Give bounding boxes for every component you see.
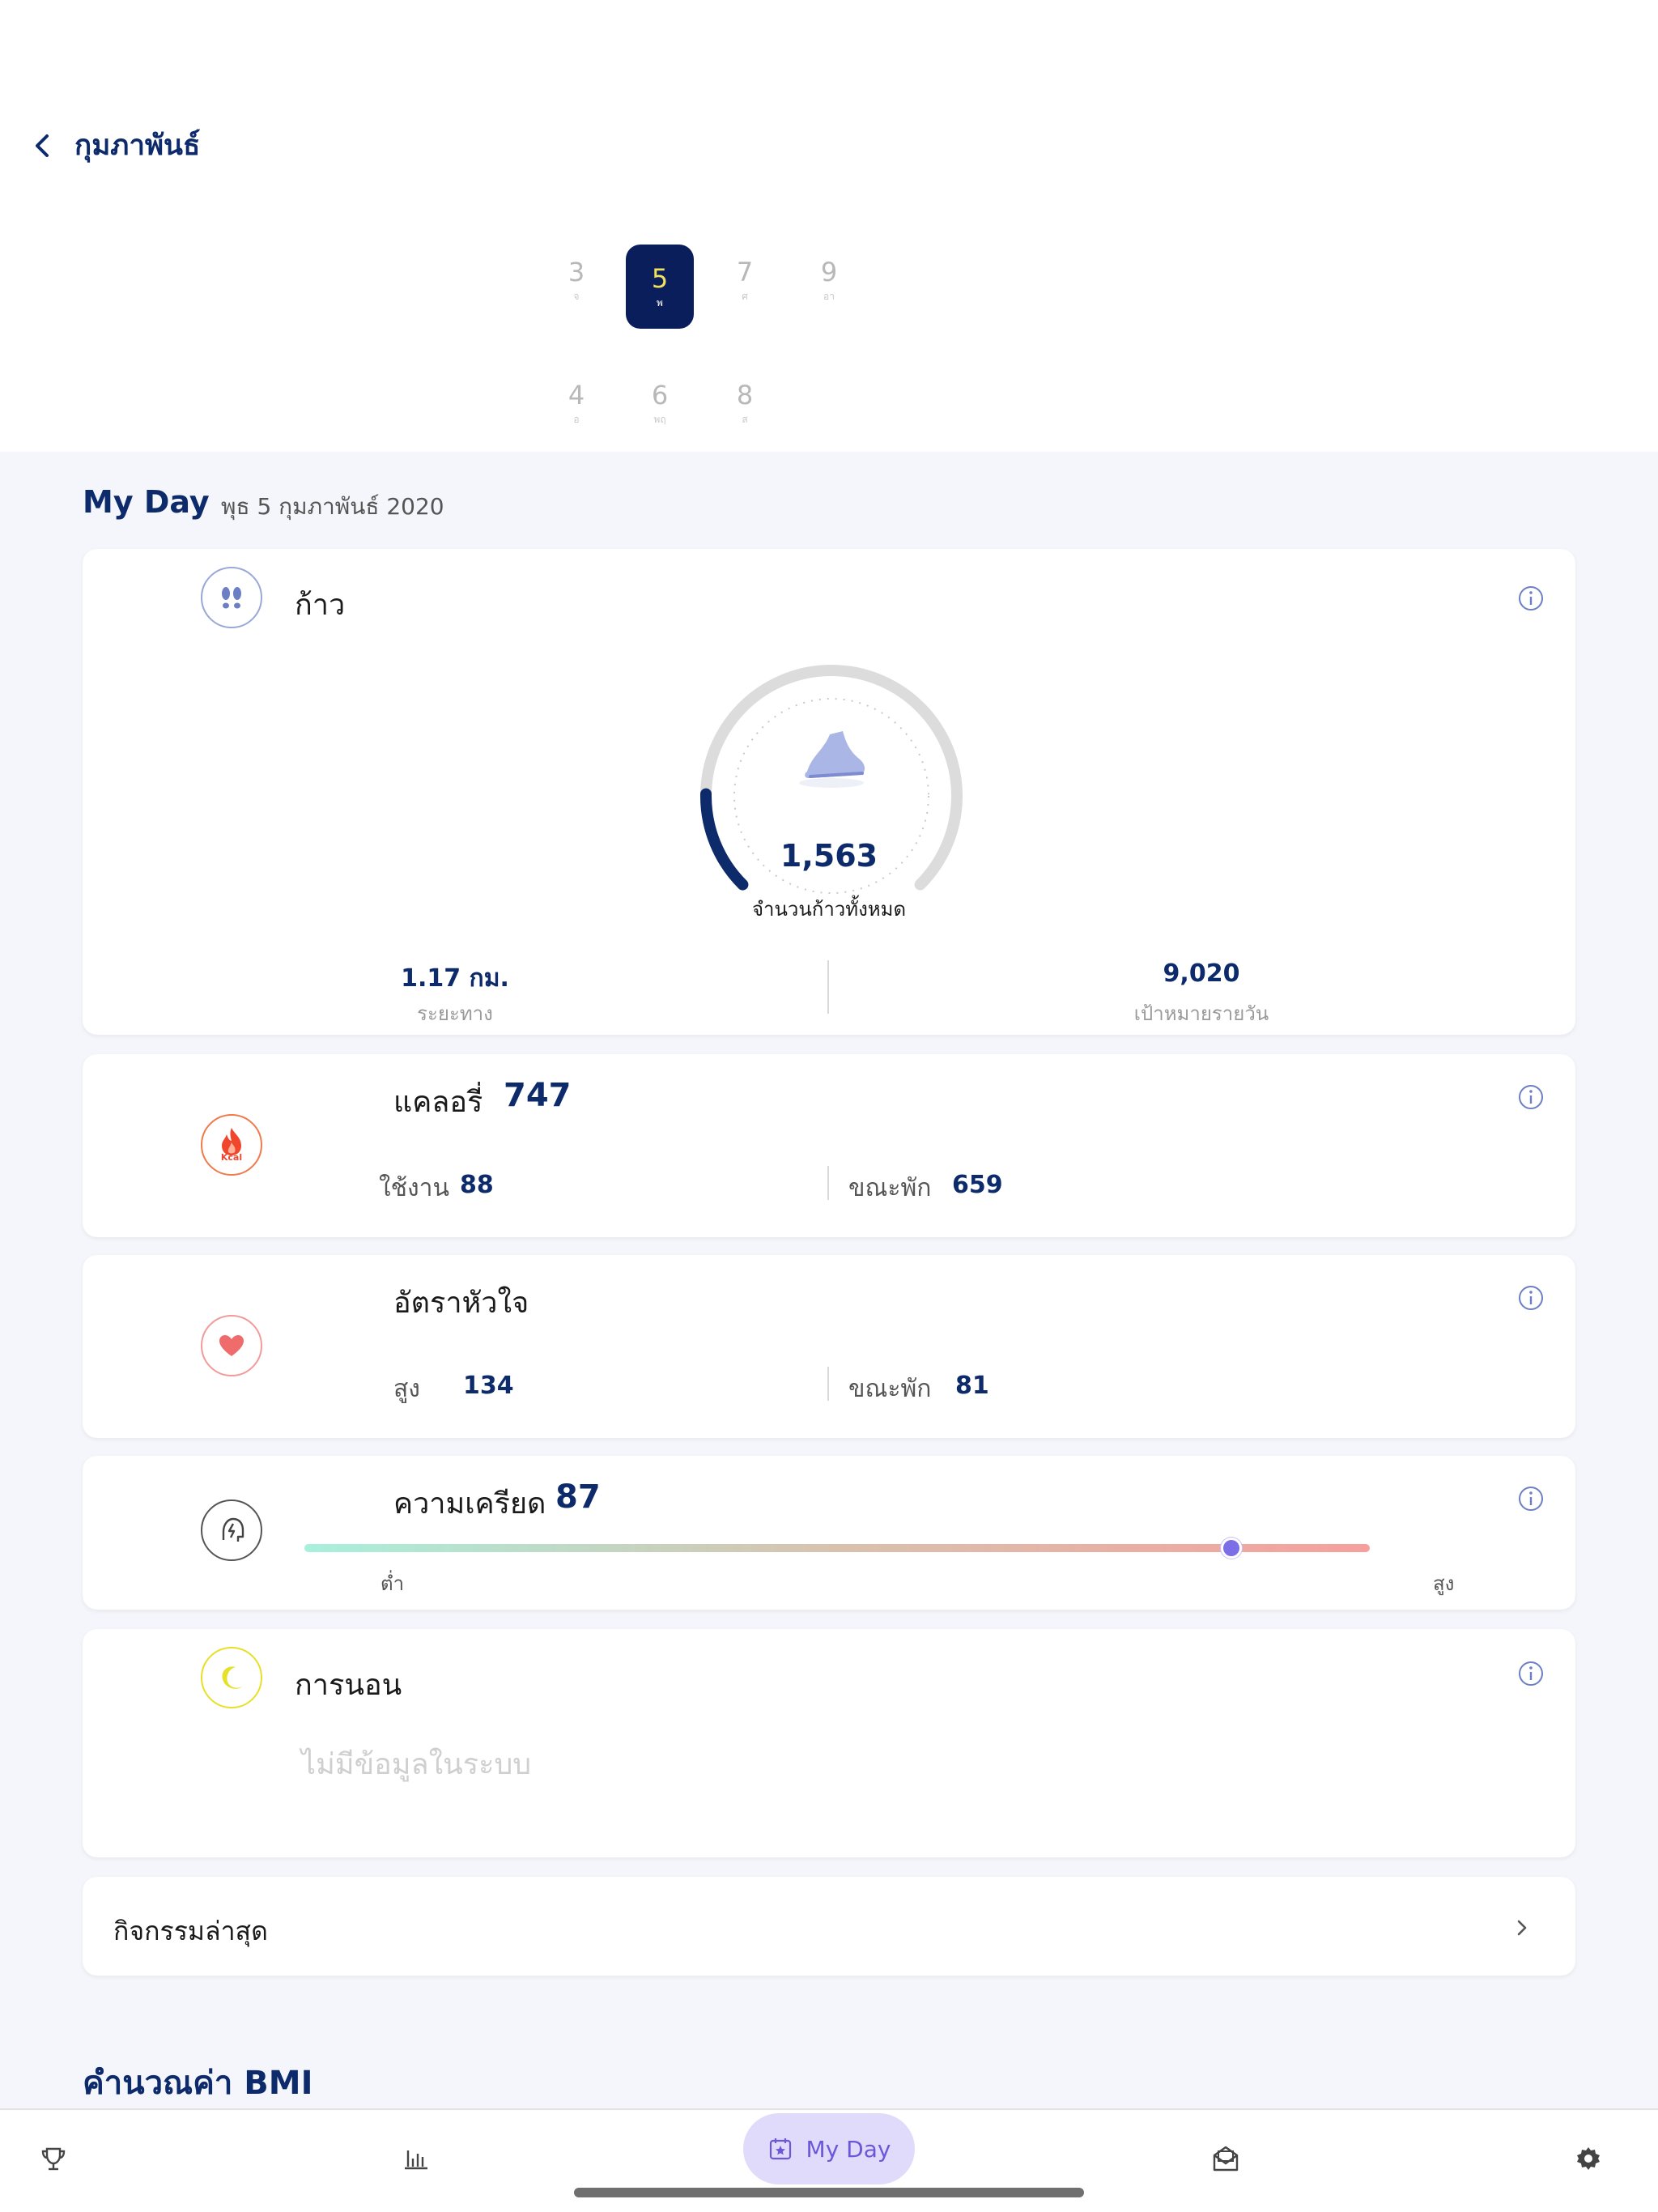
- moon-icon: [201, 1647, 262, 1708]
- kcal-text: Kcal: [220, 1152, 243, 1163]
- stress-head-icon: [201, 1499, 262, 1561]
- back-button[interactable]: กุมภาพันธ์: [31, 123, 200, 168]
- calories-card[interactable]: Kcal แคลอรี่ 747 ใช้งาน 88 ขณะพัก 659: [83, 1054, 1575, 1237]
- divider: [827, 1166, 829, 1200]
- heart-rest-value: 81: [955, 1372, 989, 1400]
- top-header: กุมภาพันธ์ 3 จ 5 พ 7 ศ 9 อา 4 อ 6 พฤ 8 ส: [0, 0, 1658, 452]
- trophy-icon[interactable]: [39, 2144, 68, 2173]
- distance-label: ระยะทาง: [417, 1002, 493, 1025]
- date-5-selected[interactable]: 5 พ: [626, 245, 694, 329]
- distance-value: 1.17 กม.: [401, 964, 509, 993]
- goal-label: เป้าหมายรายวัน: [1133, 1002, 1269, 1025]
- calendar-star-icon: [769, 2138, 791, 2160]
- calories-active-label: ใช้งาน: [379, 1174, 450, 1202]
- calories-rest-label: ขณะพัก: [848, 1174, 932, 1202]
- info-icon[interactable]: [1517, 1284, 1545, 1312]
- my-day-date: พุธ 5 กุมภาพันธ์ 2020: [221, 493, 444, 520]
- calories-rest-value: 659: [952, 1171, 1003, 1199]
- recent-activity-row[interactable]: [83, 1877, 1575, 1976]
- stress-value: 87: [555, 1478, 601, 1516]
- stress-card[interactable]: ความเครียด 87 ต่ำ สูง: [83, 1456, 1575, 1610]
- fire-kcal-icon: Kcal: [201, 1114, 262, 1176]
- steps-title: ก้าว: [295, 589, 346, 622]
- chevron-left-icon: [36, 134, 49, 157]
- date-7[interactable]: 7 ศ: [711, 238, 779, 322]
- heart-rate-card[interactable]: อัตราหัวใจ สูง 134 ขณะพัก 81: [83, 1255, 1575, 1438]
- nav-my-day-label: My Day: [806, 2135, 891, 2163]
- my-day-title: My Day: [83, 484, 210, 520]
- steps-label: จำนวนก้าวทั้งหมด: [751, 898, 907, 921]
- goal-value: 9,020: [1163, 959, 1240, 988]
- heart-rest-label: ขณะพัก: [848, 1375, 932, 1403]
- stress-level-knob: [1220, 1538, 1242, 1559]
- heart-icon: [201, 1315, 262, 1376]
- stress-low-label: ต่ำ: [380, 1572, 405, 1595]
- running-shoe-icon: [799, 731, 865, 788]
- stress-title: ความเครียด: [393, 1487, 546, 1521]
- sleep-no-data: ไม่มีข้อมูลในระบบ: [301, 1748, 532, 1781]
- footsteps-icon: [201, 567, 262, 628]
- stress-high-label: สูง: [1433, 1572, 1455, 1595]
- gear-icon[interactable]: [1574, 2144, 1603, 2173]
- mail-open-icon[interactable]: [1211, 2144, 1240, 2173]
- recent-activity-title: กิจกรรมล่าสุด: [113, 1916, 268, 1946]
- calories-title: แคลอรี่: [393, 1086, 483, 1119]
- heart-high-label: สูง: [393, 1375, 420, 1403]
- bmi-section-title: คำนวณค่า BMI: [83, 2065, 313, 2102]
- divider: [827, 1367, 829, 1401]
- info-icon[interactable]: [1517, 1485, 1545, 1512]
- info-icon[interactable]: [1517, 585, 1545, 612]
- date-6[interactable]: 6 พฤ: [626, 361, 694, 445]
- heart-rate-title: อัตราหัวใจ: [393, 1287, 529, 1320]
- date-4[interactable]: 4 อ: [542, 361, 610, 445]
- calories-value: 747: [504, 1077, 572, 1114]
- calories-active-value: 88: [460, 1171, 494, 1199]
- nav-my-day[interactable]: My Day: [743, 2113, 915, 2184]
- home-indicator: [574, 2188, 1084, 2197]
- date-9[interactable]: 9 อา: [795, 238, 863, 322]
- stress-level-bar: [304, 1544, 1370, 1552]
- bar-chart-icon[interactable]: [402, 2144, 431, 2173]
- steps-value: 1,563: [780, 838, 878, 874]
- divider: [827, 960, 829, 1014]
- chevron-right-icon: [1517, 1920, 1527, 1936]
- heart-high-value: 134: [463, 1372, 514, 1400]
- date-3[interactable]: 3 จ: [542, 238, 610, 322]
- info-icon[interactable]: [1517, 1660, 1545, 1687]
- steps-card[interactable]: ก้าว 1,563 จำนวนก้าวทั้งหมด 1.17 กม. ระย…: [83, 549, 1575, 1035]
- date-8[interactable]: 8 ส: [711, 361, 779, 445]
- month-label: กุมภาพันธ์: [74, 130, 201, 162]
- sleep-title: การนอน: [295, 1669, 402, 1702]
- info-icon[interactable]: [1517, 1083, 1545, 1111]
- steps-gauge: [699, 665, 963, 894]
